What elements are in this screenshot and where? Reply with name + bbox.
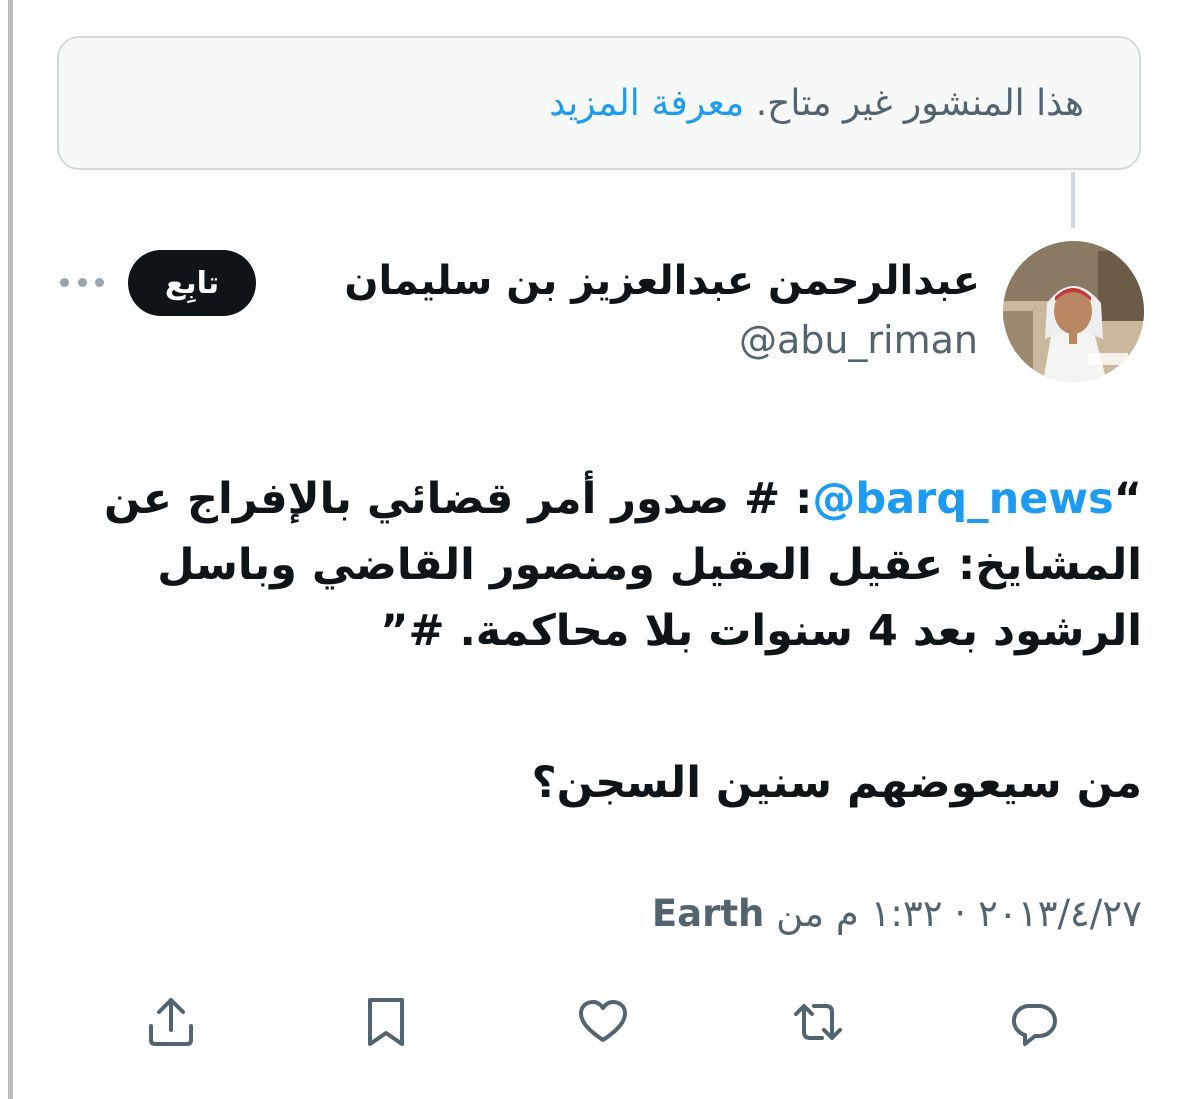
tweet-line-3: الرشود بعد 4 سنوات بلا محاكمة. #”	[380, 606, 1142, 656]
tweet-text: “@barq_news: # صدور أمر قضائي بالإفراج ع…	[60, 466, 1142, 664]
mention-link[interactable]: @barq_news	[812, 474, 1113, 524]
heart-icon[interactable]	[575, 994, 631, 1050]
reply-icon[interactable]	[1005, 994, 1061, 1050]
author-display-name[interactable]: عبدالرحمن عبدالعزيز بن سليمان	[344, 258, 980, 304]
notice-text: هذا المنشور غير متاح. معرفة المزيد	[549, 83, 1084, 124]
left-edge-bar	[8, 0, 13, 1099]
avatar[interactable]	[1003, 241, 1144, 382]
source-label: Earth	[651, 892, 765, 935]
tweet-meta: ٢٠١٣/٤/٢٧ · ١:٣٢ م من Earth	[652, 892, 1142, 935]
bookmark-icon[interactable]	[358, 994, 414, 1050]
quote-open: “	[1113, 474, 1142, 524]
more-horizontal-icon[interactable]	[60, 270, 104, 294]
author-handle[interactable]: @abu_riman	[739, 318, 978, 362]
share-icon[interactable]	[143, 994, 199, 1050]
unavailable-post-notice: هذا المنشور غير متاح. معرفة المزيد	[57, 36, 1141, 170]
tweet-question: من سيعوضهم سنين السجن؟	[531, 758, 1142, 808]
notice-message: هذا المنشور غير متاح.	[755, 82, 1084, 124]
avatar-photo	[1003, 241, 1144, 382]
tweet-line-2: المشايخ: عقيل العقيل ومنصور القاضي وباسل	[157, 540, 1142, 590]
follow-button[interactable]: تابِع	[128, 250, 256, 316]
tweet-line-1-rest: : # صدور أمر قضائي بالإفراج عن	[103, 474, 813, 524]
thread-connector-line	[1071, 172, 1075, 228]
tweet-line-1: “@barq_news: # صدور أمر قضائي بالإفراج ع…	[60, 466, 1142, 532]
learn-more-link[interactable]: معرفة المزيد	[549, 83, 744, 124]
timestamp[interactable]: ٢٠١٣/٤/٢٧ · ١:٣٢ م من	[776, 892, 1142, 935]
retweet-icon[interactable]	[790, 994, 846, 1050]
